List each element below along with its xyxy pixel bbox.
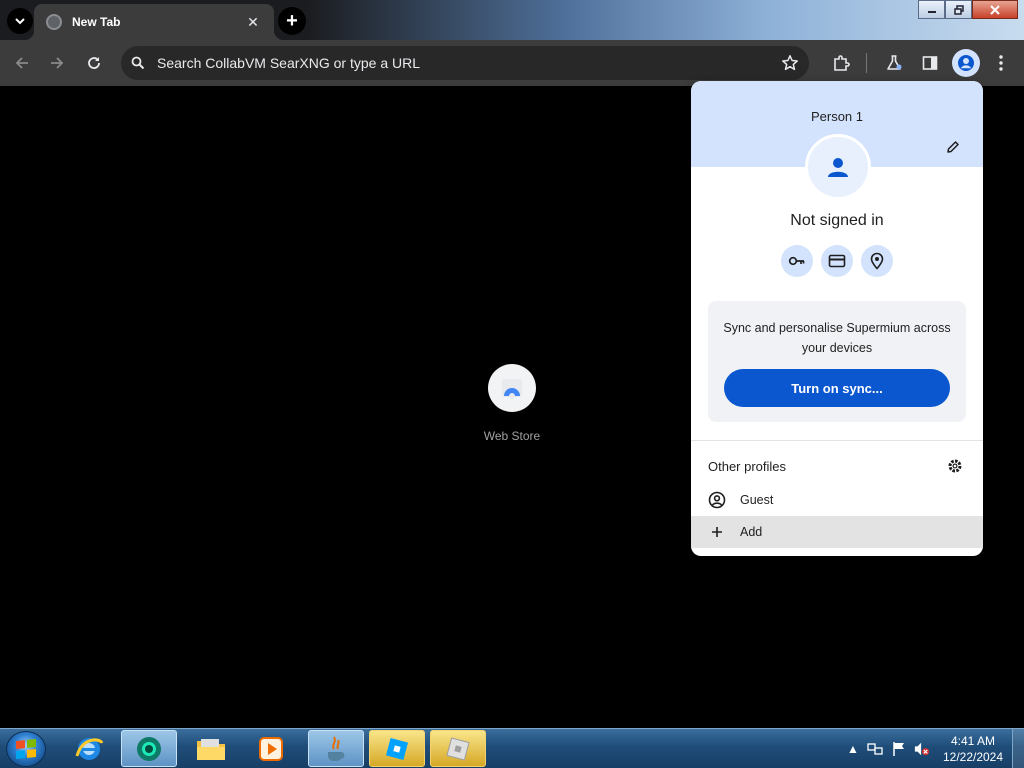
- guest-profile-row[interactable]: Guest: [691, 484, 983, 516]
- side-panel-icon: [922, 56, 938, 70]
- back-arrow-icon: [15, 57, 28, 69]
- action-center-flag-icon[interactable]: [891, 741, 907, 757]
- flask-icon: [887, 55, 902, 70]
- guest-profile-label: Guest: [740, 493, 774, 507]
- add-profile-label: Add: [740, 525, 763, 539]
- show-desktop-button[interactable]: [1012, 729, 1024, 768]
- profile-name: Person 1: [810, 109, 864, 124]
- profile-button[interactable]: [952, 49, 980, 77]
- puzzle-icon: [834, 55, 850, 71]
- close-window-button[interactable]: [972, 0, 1018, 19]
- roblox-studio-icon: [385, 737, 409, 760]
- edit-profile-pencil-icon[interactable]: [943, 137, 963, 157]
- clock-date: 12/22/2024: [942, 750, 1004, 764]
- person-icon: [958, 55, 974, 71]
- key-icon: [788, 256, 805, 266]
- restore-button[interactable]: [945, 0, 972, 19]
- three-dots-vertical-icon: [999, 55, 1003, 71]
- profile-menu: Person 1 Not signed in Sync and personal…: [691, 81, 983, 556]
- media-player-icon: [259, 736, 283, 761]
- taskbar-roblox-player[interactable]: [430, 730, 486, 767]
- new-tab-favicon-icon: [46, 14, 62, 30]
- search-icon: [128, 53, 148, 73]
- internet-explorer-icon: [75, 737, 104, 760]
- web-store-icon: [502, 379, 522, 399]
- folder-icon: [197, 738, 225, 760]
- plus-icon: [708, 523, 726, 541]
- windows-logo-icon: [16, 738, 36, 760]
- profile-avatar: [805, 134, 871, 200]
- taskbar-java[interactable]: [308, 730, 364, 767]
- desktop-screen: New Tab ✕ + Search CollabVM SearXNG or t…: [0, 0, 1024, 768]
- roblox-player-icon: [446, 736, 470, 761]
- network-icon[interactable]: [867, 741, 883, 757]
- java-icon: [328, 735, 345, 761]
- close-tab-icon[interactable]: ✕: [244, 14, 262, 31]
- minimize-button[interactable]: [918, 0, 945, 19]
- sync-description: Sync and personalise Supermium across yo…: [723, 321, 951, 355]
- address-bar-placeholder[interactable]: Search CollabVM SearXNG or type a URL: [157, 55, 420, 71]
- manage-profiles-gear-icon[interactable]: [946, 457, 964, 475]
- web-store-label[interactable]: Web Store: [462, 429, 562, 443]
- tab-title: New Tab: [72, 15, 121, 29]
- addresses-button[interactable]: [861, 245, 893, 277]
- taskbar-media-player[interactable]: [243, 730, 299, 767]
- forward-arrow-icon: [51, 57, 64, 69]
- profile-menu-divider: [691, 440, 983, 441]
- taskbar-file-explorer[interactable]: [183, 730, 239, 767]
- minimize-icon: [927, 10, 936, 13]
- volume-muted-icon[interactable]: [914, 741, 930, 757]
- person-icon: [828, 158, 848, 177]
- clock-time: 4:41 AM: [950, 734, 996, 748]
- restore-icon: [953, 4, 964, 15]
- turn-on-sync-button[interactable]: Turn on sync...: [724, 369, 950, 407]
- credit-card-icon: [828, 254, 846, 268]
- side-panel-button[interactable]: [917, 50, 943, 76]
- show-hidden-icons-arrow-icon[interactable]: ▲: [845, 741, 861, 757]
- web-store-shortcut[interactable]: [488, 364, 536, 412]
- taskbar-internet-explorer[interactable]: [61, 730, 117, 767]
- close-icon: [990, 4, 1000, 15]
- taskbar-supermium[interactable]: [121, 730, 177, 767]
- chevron-down-icon: [15, 18, 25, 25]
- passwords-button[interactable]: [781, 245, 813, 277]
- toolbar-separator: [866, 53, 867, 73]
- sync-promo-card: Sync and personalise Supermium across yo…: [708, 301, 966, 422]
- menu-button[interactable]: [988, 50, 1014, 76]
- taskbar-clock[interactable]: 4:41 AM 12/22/2024: [938, 733, 1008, 765]
- location-pin-icon: [870, 252, 884, 270]
- supermium-browser-icon: [137, 736, 161, 761]
- extensions-button[interactable]: [828, 50, 854, 76]
- window-controls: [918, 0, 1018, 20]
- payment-methods-button[interactable]: [821, 245, 853, 277]
- taskbar-roblox-studio[interactable]: [369, 730, 425, 767]
- guest-profile-icon: [708, 491, 726, 509]
- back-button[interactable]: [9, 50, 35, 76]
- bookmark-star-icon[interactable]: [778, 51, 802, 75]
- forward-button[interactable]: [44, 50, 70, 76]
- sign-in-status: Not signed in: [790, 212, 884, 229]
- reload-icon: [88, 57, 100, 69]
- add-profile-row[interactable]: Add: [691, 516, 983, 548]
- other-profiles-heading: Other profiles: [708, 459, 787, 474]
- reload-button[interactable]: [81, 50, 107, 76]
- new-tab-button[interactable]: +: [278, 7, 306, 35]
- labs-button[interactable]: [881, 50, 907, 76]
- tab-new-tab[interactable]: New Tab ✕: [34, 4, 274, 40]
